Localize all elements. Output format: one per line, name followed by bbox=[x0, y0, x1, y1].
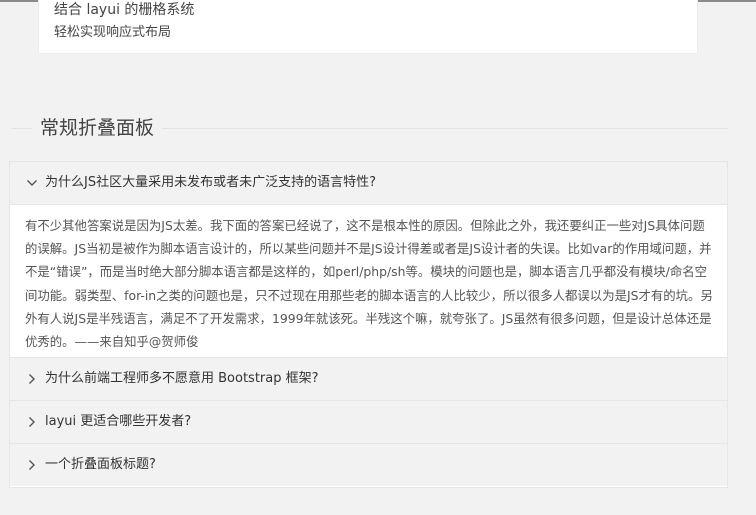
collapse-item-title-text: 为什么前端工程师多不愿意用 Bootstrap 框架? bbox=[45, 371, 319, 386]
collapse-panel: 为什么JS社区大量采用未发布或者未广泛支持的语言特性? 有不少其他答案说是因为J… bbox=[9, 161, 728, 488]
grid-info-card: 结合 layui 的栅格系统 轻松实现响应式布局 bbox=[38, 0, 698, 54]
collapse-item-title-3[interactable]: layui 更适合哪些开发者? bbox=[10, 401, 727, 443]
section-title: 常规折叠面板 bbox=[32, 114, 163, 142]
chevron-down-icon bbox=[26, 162, 38, 204]
collapse-item-title-1[interactable]: 为什么JS社区大量采用未发布或者未广泛支持的语言特性? bbox=[10, 162, 727, 204]
collapse-item-title-text: layui 更适合哪些开发者? bbox=[45, 414, 192, 429]
collapse-item: 为什么前端工程师多不愿意用 Bootstrap 框架? bbox=[10, 358, 727, 401]
collapse-item: layui 更适合哪些开发者? bbox=[10, 401, 727, 444]
collapse-item: 为什么JS社区大量采用未发布或者未广泛支持的语言特性? 有不少其他答案说是因为J… bbox=[10, 162, 727, 358]
chevron-right-icon bbox=[26, 444, 38, 486]
section-header: 常规折叠面板 bbox=[0, 114, 728, 142]
chevron-right-icon bbox=[26, 401, 38, 443]
grid-card-line-1: 结合 layui 的栅格系统 bbox=[54, 2, 195, 18]
grid-card-line-2: 轻松实现响应式布局 bbox=[54, 25, 172, 40]
collapse-item: 一个折叠面板标题? bbox=[10, 444, 727, 486]
chevron-right-icon bbox=[26, 358, 38, 400]
collapse-item-title-text: 一个折叠面板标题? bbox=[45, 457, 156, 472]
collapse-item-title-2[interactable]: 为什么前端工程师多不愿意用 Bootstrap 框架? bbox=[10, 358, 727, 400]
collapse-item-content: 有不少其他答案说是因为JS太差。我下面的答案已经说了，这不是根本性的原因。但除此… bbox=[10, 204, 727, 357]
collapse-item-title-4[interactable]: 一个折叠面板标题? bbox=[10, 444, 727, 486]
collapse-item-title-text: 为什么JS社区大量采用未发布或者未广泛支持的语言特性? bbox=[45, 175, 376, 190]
